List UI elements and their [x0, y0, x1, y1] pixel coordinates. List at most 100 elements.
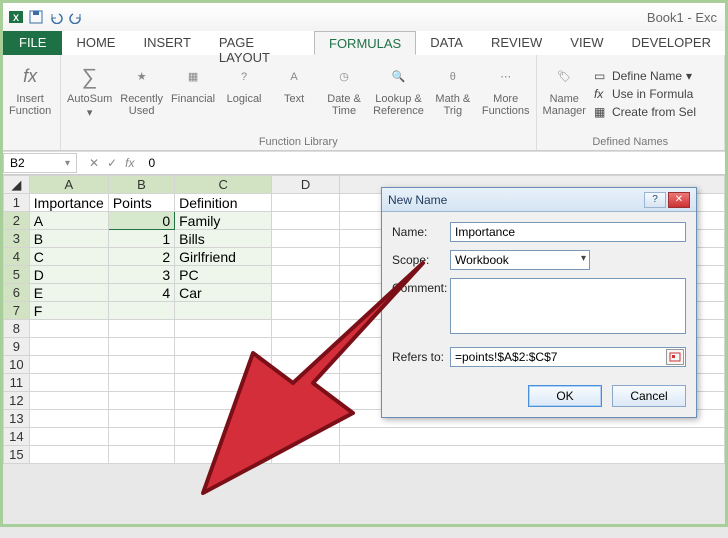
row-header[interactable]: 10 [4, 356, 30, 374]
close-button[interactable]: ✕ [668, 192, 690, 208]
comment-textarea[interactable] [450, 278, 686, 334]
help-button[interactable]: ? [644, 192, 666, 208]
cell[interactable] [108, 338, 174, 356]
active-cell[interactable]: 0 [108, 212, 174, 230]
cell[interactable] [175, 320, 272, 338]
ok-button[interactable]: OK [528, 385, 602, 407]
math-trig-button[interactable]: θMath & Trig [432, 63, 474, 117]
formula-input[interactable]: 0 [142, 154, 725, 172]
name-manager-button[interactable]: 🏷Name Manager [543, 63, 586, 117]
row-header[interactable]: 1 [4, 194, 30, 212]
cell[interactable] [175, 356, 272, 374]
logical-button[interactable]: ?Logical [223, 63, 265, 105]
cell[interactable]: 2 [108, 248, 174, 266]
cell[interactable] [108, 320, 174, 338]
cell[interactable] [108, 428, 174, 446]
dialog-titlebar[interactable]: New Name ? ✕ [382, 188, 696, 212]
cell[interactable] [272, 392, 339, 410]
cell[interactable] [272, 338, 339, 356]
cell[interactable] [272, 428, 339, 446]
cell[interactable] [29, 374, 108, 392]
row-header[interactable]: 5 [4, 266, 30, 284]
cell[interactable]: F [29, 302, 108, 320]
cell[interactable] [108, 374, 174, 392]
cell[interactable]: Family [175, 212, 272, 230]
row-header[interactable]: 13 [4, 410, 30, 428]
cell[interactable] [272, 266, 339, 284]
cell[interactable] [272, 320, 339, 338]
cell[interactable] [272, 284, 339, 302]
cell[interactable]: Definition [175, 194, 272, 212]
cell[interactable] [272, 212, 339, 230]
cell[interactable] [175, 446, 272, 464]
text-button[interactable]: AText [273, 63, 315, 105]
row-header[interactable]: 12 [4, 392, 30, 410]
undo-icon[interactable] [47, 8, 65, 26]
use-in-formula-button[interactable]: fxUse in Formula [594, 87, 696, 101]
cell[interactable] [272, 374, 339, 392]
fx-icon[interactable]: fx [125, 156, 134, 170]
scope-select[interactable] [450, 250, 590, 270]
cell[interactable] [29, 410, 108, 428]
cell[interactable]: 3 [108, 266, 174, 284]
save-icon[interactable] [27, 8, 45, 26]
row-header[interactable]: 7 [4, 302, 30, 320]
cell[interactable] [175, 410, 272, 428]
cancel-formula-icon[interactable]: ✕ [89, 156, 99, 170]
row-header[interactable]: 6 [4, 284, 30, 302]
cell[interactable] [108, 410, 174, 428]
cell[interactable] [175, 392, 272, 410]
tab-home[interactable]: HOME [62, 31, 129, 55]
tab-review[interactable]: REVIEW [477, 31, 556, 55]
cancel-button[interactable]: Cancel [612, 385, 686, 407]
cell[interactable] [29, 428, 108, 446]
redo-icon[interactable] [67, 8, 85, 26]
tab-data[interactable]: DATA [416, 31, 477, 55]
range-picker-button[interactable] [666, 349, 684, 365]
financial-button[interactable]: ▦Financial [171, 63, 215, 105]
col-header-a[interactable]: A [29, 176, 108, 194]
cell[interactable]: 4 [108, 284, 174, 302]
cell[interactable] [339, 428, 724, 446]
cell[interactable]: Bills [175, 230, 272, 248]
cell[interactable] [108, 302, 174, 320]
cell[interactable] [272, 194, 339, 212]
refers-to-input[interactable] [450, 347, 686, 367]
name-box[interactable]: B2▾ [3, 153, 77, 173]
cell[interactable] [272, 248, 339, 266]
cell[interactable] [272, 410, 339, 428]
cell[interactable]: Girlfriend [175, 248, 272, 266]
enter-formula-icon[interactable]: ✓ [107, 156, 117, 170]
cell[interactable]: E [29, 284, 108, 302]
chevron-down-icon[interactable]: ▾ [581, 253, 586, 264]
cell[interactable]: PC [175, 266, 272, 284]
col-header-d[interactable]: D [272, 176, 339, 194]
cell[interactable]: A [29, 212, 108, 230]
autosum-button[interactable]: ∑AutoSum▾ [67, 63, 112, 119]
row-header[interactable]: 11 [4, 374, 30, 392]
cell[interactable] [272, 446, 339, 464]
col-header-b[interactable]: B [108, 176, 174, 194]
tab-file[interactable]: FILE [3, 31, 62, 55]
col-header-c[interactable]: C [175, 176, 272, 194]
row-header[interactable]: 9 [4, 338, 30, 356]
cell[interactable] [175, 428, 272, 446]
name-input[interactable] [450, 222, 686, 242]
cell[interactable] [108, 446, 174, 464]
tab-formulas[interactable]: FORMULAS [314, 31, 416, 55]
cell[interactable] [29, 356, 108, 374]
row-header[interactable]: 2 [4, 212, 30, 230]
row-header[interactable]: 3 [4, 230, 30, 248]
row-header[interactable]: 8 [4, 320, 30, 338]
row-header[interactable]: 14 [4, 428, 30, 446]
cell[interactable]: Car [175, 284, 272, 302]
cell[interactable] [29, 392, 108, 410]
cell[interactable]: 1 [108, 230, 174, 248]
cell[interactable]: B [29, 230, 108, 248]
lookup-button[interactable]: 🔍Lookup & Reference [373, 63, 424, 117]
cell[interactable] [175, 338, 272, 356]
cell[interactable] [339, 446, 724, 464]
row-header[interactable]: 15 [4, 446, 30, 464]
more-functions-button[interactable]: ⋯More Functions [482, 63, 530, 117]
insert-function-button[interactable]: fx Insert Function [9, 63, 51, 117]
